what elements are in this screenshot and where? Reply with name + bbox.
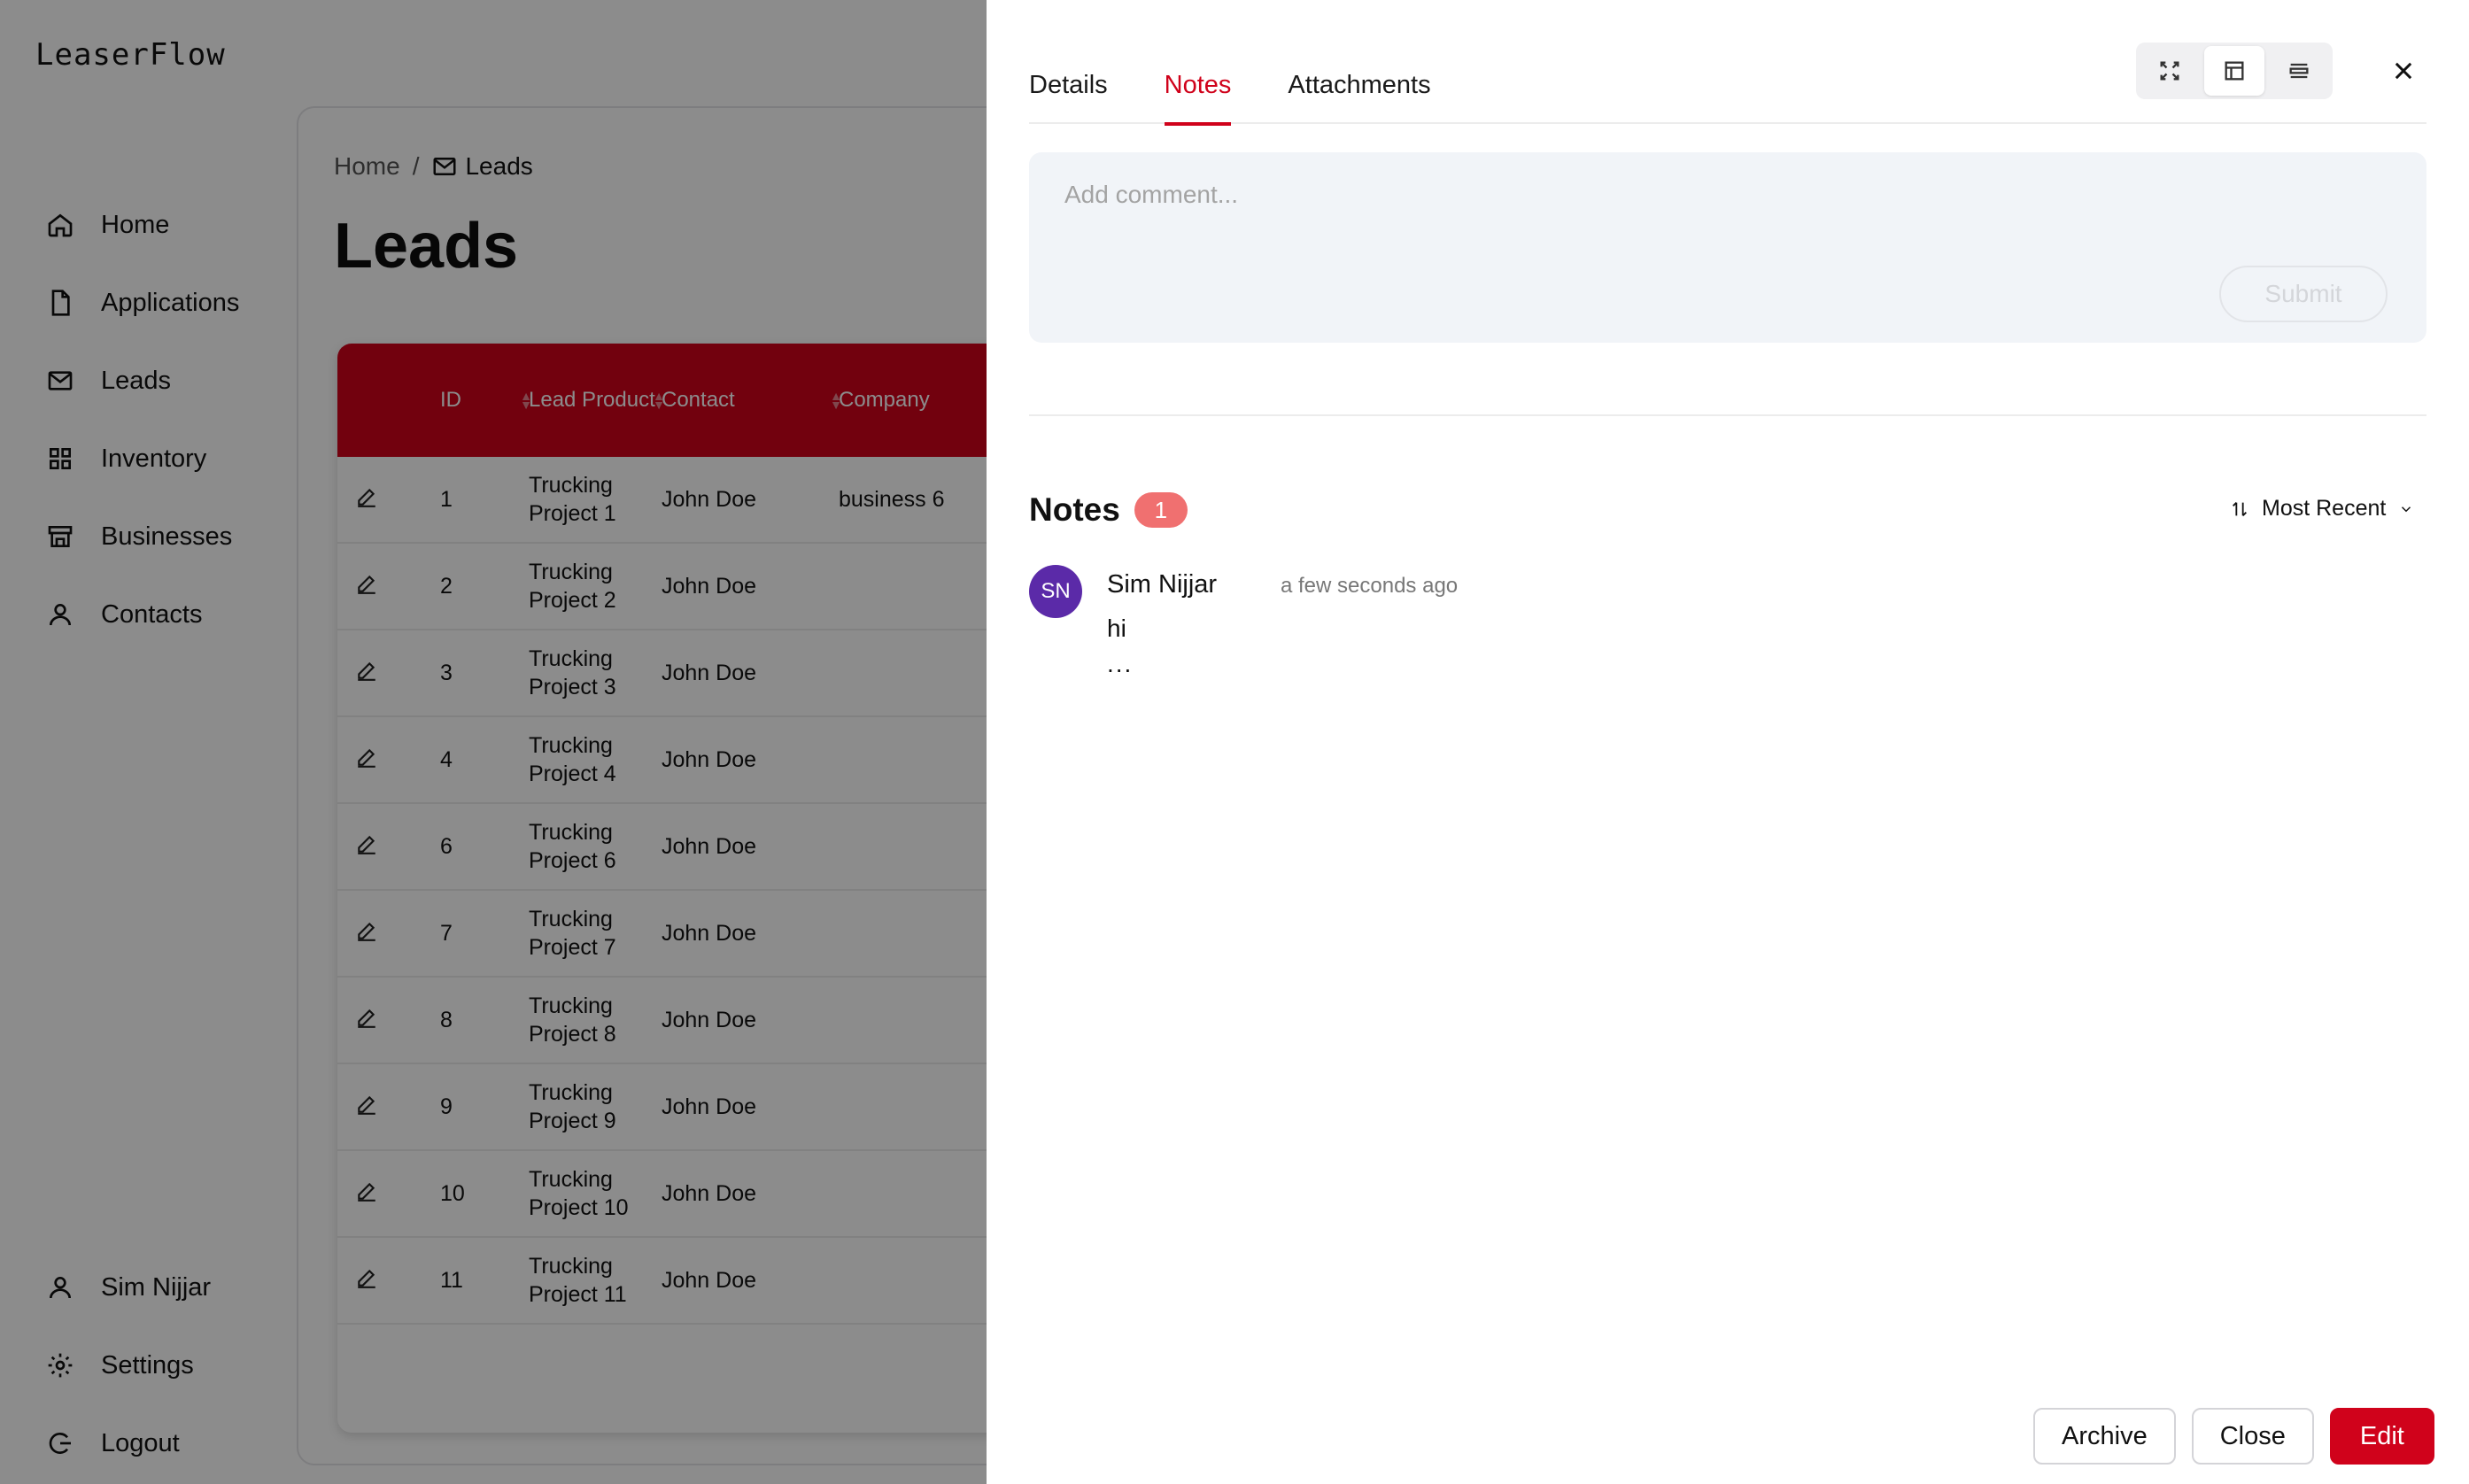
comment-box: Submit [1029,152,2426,343]
close-drawer-button[interactable] [2386,53,2421,89]
notes-count-badge: 1 [1134,492,1188,528]
close-button[interactable]: Close [2191,1408,2314,1465]
submit-comment-button[interactable]: Submit [2219,266,2388,322]
modal-overlay[interactable] [0,0,987,1484]
edit-button[interactable]: Edit [2329,1408,2434,1465]
archive-button[interactable]: Archive [2033,1408,2176,1465]
expand-view-button[interactable] [2140,46,2201,96]
close-icon [2395,62,2412,80]
tab-notes[interactable]: Notes [1164,62,1231,126]
tab-details[interactable]: Details [1029,62,1108,124]
sort-arrows-icon [2233,501,2247,516]
notes-sort-dropdown[interactable]: Most Recent [2230,496,2414,522]
note-body: hi [1107,614,1126,642]
note-author: Sim Nijjar [1107,570,1218,599]
avatar: SN [1029,565,1082,618]
section-divider [1029,414,2426,416]
notes-title: Notes [1029,491,1120,528]
panel-layout-icon [2225,61,2244,81]
sort-label: Most Recent [2262,496,2387,521]
comment-input[interactable] [1064,181,2304,209]
drawer-footer: Archive Close Edit [2033,1408,2434,1465]
notes-header: Notes 1 [1029,491,1188,529]
tab-attachments[interactable]: Attachments [1288,62,1430,124]
lead-drawer: Details Notes Attachments Submit Notes 1… [987,0,2469,1484]
expand-icon [2160,61,2179,81]
modal-view-button[interactable] [2268,46,2329,96]
view-mode-toggle [2136,43,2333,99]
rows-layout-icon [2289,63,2309,79]
note-more-button[interactable]: ... [1107,650,1133,678]
sidebar-view-button[interactable] [2203,46,2265,96]
chevron-down-icon [2402,506,2411,512]
note-timestamp: a few seconds ago [1281,574,1459,598]
